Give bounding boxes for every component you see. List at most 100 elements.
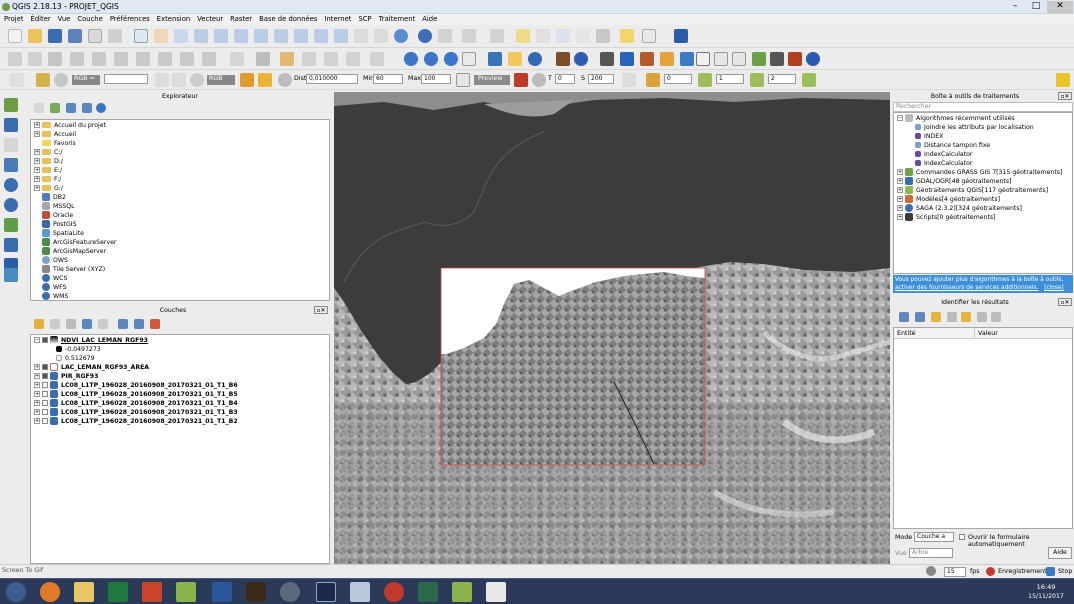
- move-feature-icon[interactable]: [92, 52, 106, 66]
- algo-indexcalc-1[interactable]: IndexCalculator: [897, 150, 1062, 159]
- copy-features-icon[interactable]: [180, 52, 194, 66]
- python-console-icon[interactable]: [488, 52, 502, 66]
- layer-checkbox[interactable]: [42, 400, 48, 406]
- expand-all-icon[interactable]: [118, 319, 128, 329]
- menu-aide[interactable]: Aide: [418, 14, 440, 23]
- settings-tool-icon[interactable]: [770, 52, 784, 66]
- explorer-item-f[interactable]: + F:/: [34, 175, 116, 184]
- explorer-item-ows[interactable]: OWS: [34, 256, 116, 265]
- gradient-icon[interactable]: [646, 73, 660, 87]
- identify-clear-icon[interactable]: [947, 312, 957, 322]
- explorer-item-wms[interactable]: WMS: [34, 292, 116, 301]
- label-change-icon[interactable]: [346, 52, 360, 66]
- zoom-in-icon[interactable]: [194, 29, 208, 43]
- download-icon[interactable]: [620, 52, 634, 66]
- zoom-selection-icon[interactable]: [274, 29, 288, 43]
- band-calc-icon[interactable]: [714, 52, 728, 66]
- label-tool-icon[interactable]: [230, 52, 244, 66]
- roi-arrow-icon[interactable]: [155, 73, 169, 87]
- add-wms-icon[interactable]: [404, 52, 418, 66]
- explorer-item-accueil[interactable]: + Accueil: [34, 130, 116, 139]
- gis-icon[interactable]: [556, 52, 570, 66]
- processing-recent[interactable]: − Algorithmes récemment utilisés: [897, 114, 1062, 123]
- algo-indexcalc-2[interactable]: IndexCalculator: [897, 159, 1062, 168]
- identify-dock-close-icon[interactable]: ▫✕: [1058, 298, 1072, 306]
- menu-internet[interactable]: Internet: [320, 14, 354, 23]
- add-feature-icon[interactable]: [70, 52, 84, 66]
- explorer-item-tile-server[interactable]: Tile Server (XYZ): [34, 265, 116, 274]
- composer-manager-icon[interactable]: [108, 29, 122, 43]
- label-move-icon[interactable]: [302, 52, 316, 66]
- delete-selected-icon[interactable]: [136, 52, 150, 66]
- fps-input[interactable]: 15: [944, 567, 966, 577]
- processing-search-input[interactable]: Rechercher: [893, 102, 1073, 112]
- zoom-input-icon[interactable]: [54, 73, 68, 87]
- explorer-info-icon[interactable]: [96, 103, 106, 113]
- text-annotation-icon[interactable]: [642, 29, 656, 43]
- layer-checkbox[interactable]: [42, 364, 48, 370]
- layer-checkbox[interactable]: [42, 382, 48, 388]
- app-icon[interactable]: [280, 582, 300, 602]
- zoom-layer-icon[interactable]: [294, 29, 308, 43]
- bookmark-icon[interactable]: [374, 29, 388, 43]
- provider-scripts[interactable]: + Scripts[0 géotraitements]: [897, 213, 1062, 222]
- scp-user-manual-icon[interactable]: [788, 52, 802, 66]
- v3-apply-icon[interactable]: [802, 73, 816, 87]
- pan-map-icon[interactable]: [134, 29, 148, 43]
- identify-icon[interactable]: [418, 29, 432, 43]
- window-icon[interactable]: [350, 582, 370, 602]
- v1-input[interactable]: 0: [664, 74, 692, 84]
- toggle-editing-icon[interactable]: [28, 52, 42, 66]
- rgb-select[interactable]: [104, 74, 148, 84]
- roi-pointer-icon[interactable]: [240, 73, 254, 87]
- word-icon[interactable]: [212, 582, 232, 602]
- zoom-out-icon[interactable]: [214, 29, 228, 43]
- explorer-item-favoris[interactable]: Favoris: [34, 139, 116, 148]
- provider-gdal[interactable]: + GDAL/OGR[48 géotraitements]: [897, 177, 1062, 186]
- layer-checkbox[interactable]: [42, 418, 48, 424]
- zoom-native-icon[interactable]: [234, 29, 248, 43]
- deselect-icon[interactable]: [490, 29, 504, 43]
- processing-icon[interactable]: [508, 52, 522, 66]
- maximize-button[interactable]: □: [1026, 1, 1046, 13]
- batch-icon[interactable]: [752, 52, 766, 66]
- qgis-taskbar-icon[interactable]: [176, 582, 196, 602]
- min-input[interactable]: 60: [373, 74, 403, 84]
- add-vector-icon[interactable]: [4, 98, 18, 112]
- csw-icon[interactable]: [462, 52, 476, 66]
- identify-expand-icon[interactable]: [899, 312, 909, 322]
- help-icon[interactable]: [674, 29, 688, 43]
- explorer-item-mssql[interactable]: MSSQL: [34, 202, 116, 211]
- layer-b6[interactable]: + LC08_L1TP_196028_20160908_20170321_01_T…: [34, 381, 238, 390]
- mode-select[interactable]: Couche a: [914, 532, 954, 542]
- record-label[interactable]: Enregistrement: [998, 568, 1047, 575]
- identify-print-icon[interactable]: [977, 312, 987, 322]
- minimize-button[interactable]: –: [1005, 1, 1025, 13]
- firefox-icon[interactable]: [40, 582, 60, 602]
- processing-dock-close-icon[interactable]: ▫✕: [1058, 92, 1072, 100]
- cut-features-icon[interactable]: [158, 52, 172, 66]
- menu-preferences[interactable]: Préférences: [106, 14, 153, 23]
- identify-expand-new-icon[interactable]: [931, 312, 941, 322]
- scp-input-icon[interactable]: [36, 73, 50, 87]
- layer-b5[interactable]: + LC08_L1TP_196028_20160908_20170321_01_T…: [34, 390, 238, 399]
- new-print-composer-icon[interactable]: [88, 29, 102, 43]
- v1-apply-icon[interactable]: [698, 73, 712, 87]
- add-wms-layer-icon[interactable]: [4, 178, 18, 192]
- identify-collapse-icon[interactable]: [915, 312, 925, 322]
- add-roi-icon[interactable]: [258, 73, 272, 87]
- explorer-item-accueil-projet[interactable]: + Accueil du projet: [34, 121, 116, 130]
- v2-apply-icon[interactable]: [750, 73, 764, 87]
- remove-layer-icon[interactable]: [150, 319, 160, 329]
- node-tool-icon[interactable]: [114, 52, 128, 66]
- explorer-filter-icon[interactable]: [66, 103, 76, 113]
- red-app-icon[interactable]: [384, 582, 404, 602]
- layer-checkbox[interactable]: [42, 337, 48, 343]
- illustrator-icon[interactable]: [246, 582, 266, 602]
- provider-grass[interactable]: + Commandes GRASS GIS 7[315 géotraitement…: [897, 168, 1062, 177]
- v2-input[interactable]: 1: [716, 74, 744, 84]
- close-button[interactable]: ✕: [1047, 1, 1073, 13]
- add-spatialite-icon[interactable]: [4, 158, 18, 172]
- preview-refresh-icon[interactable]: [532, 73, 546, 87]
- preprocessing-icon[interactable]: [660, 52, 674, 66]
